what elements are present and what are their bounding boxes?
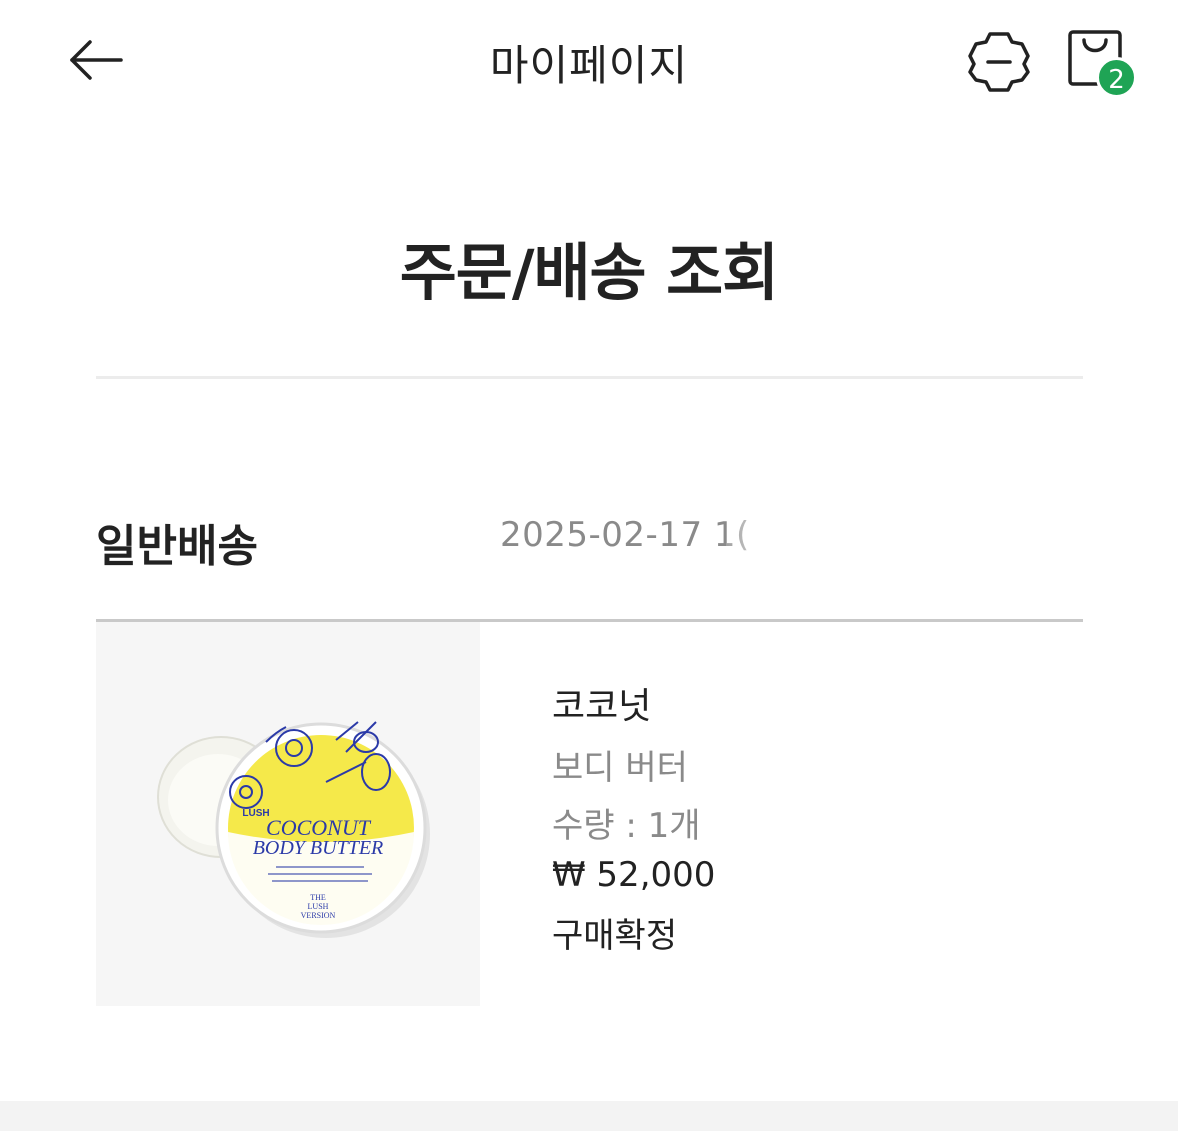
section-separator [0,1101,1178,1131]
redacted-area [726,512,1096,560]
order-date: 2025-02-17 1( [500,515,750,555]
top-app-bar: 마이페이지 2 [0,0,1178,118]
svg-text:VERSION: VERSION [301,911,336,920]
product-quantity: 수량 : 1개 [552,806,701,846]
product-name[interactable]: 코코넛 [552,677,651,729]
product-image[interactable]: LUSH COCONUT BODY BUTTER THE LUSH VERSIO… [96,622,480,1006]
svg-text:THE: THE [310,893,326,902]
svg-text:BODY BUTTER: BODY BUTTER [253,837,384,859]
divider [96,376,1083,379]
product-price: ₩ 52,000 [552,855,716,895]
svg-text:LUSH: LUSH [308,902,329,911]
product-jar-image: LUSH COCONUT BODY BUTTER THE LUSH VERSIO… [157,721,430,938]
page-title: 주문/배송 조회 [399,236,779,309]
product-subtitle: 보디 버터 [552,748,688,788]
gear-icon [968,32,1030,92]
order-status: 구매확정 [552,916,678,956]
settings-button[interactable] [964,28,1034,94]
cart-count-badge: 2 [1096,57,1137,98]
shipping-type-label: 일반배송 [96,521,258,572]
my-page-screen: 마이페이지 2 주문/배송 조회 일반배송 2025-02-17 1(LUSH… [0,0,1178,1131]
